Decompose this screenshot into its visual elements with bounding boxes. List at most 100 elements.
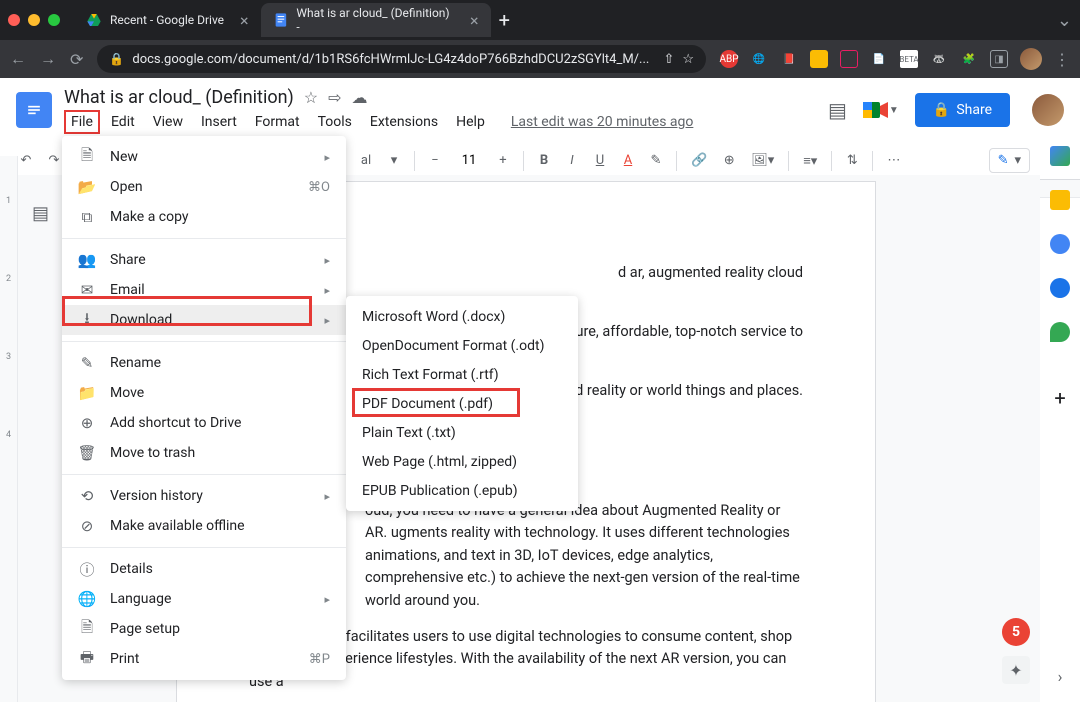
- menu-item-rename[interactable]: ✎Rename: [62, 348, 346, 378]
- new-tab-button[interactable]: +: [499, 8, 510, 32]
- window-close-dot[interactable]: [8, 14, 20, 26]
- menu-item-open[interactable]: 📂Open⌘O: [62, 172, 346, 202]
- back-icon[interactable]: ←: [10, 49, 26, 69]
- menu-item-version[interactable]: ⟲Version history▸: [62, 481, 346, 511]
- highlight-icon[interactable]: ✎: [644, 149, 668, 172]
- page-icon: 🗎: [78, 617, 96, 642]
- ext-icon[interactable]: 📄: [870, 50, 888, 68]
- tasks-icon[interactable]: [1050, 234, 1070, 254]
- submenu-item-html[interactable]: Web Page (.html, zipped): [346, 447, 578, 476]
- decrease-font-icon[interactable]: −: [423, 149, 447, 172]
- menu-item-copy[interactable]: ⧉Make a copy: [62, 202, 346, 232]
- menu-view[interactable]: View: [146, 110, 190, 134]
- move-icon[interactable]: ⇨: [328, 88, 341, 107]
- menu-tools[interactable]: Tools: [311, 110, 359, 134]
- underline-icon[interactable]: U: [588, 149, 612, 172]
- menu-item-pagesetup[interactable]: 🗎Page setup: [62, 614, 346, 644]
- doc-title[interactable]: What is ar cloud_ (Definition): [64, 87, 294, 108]
- extensions-icon[interactable]: 🧩: [960, 50, 978, 68]
- beta-badge[interactable]: BETA: [900, 50, 918, 68]
- mode-selector[interactable]: ✎ ▾: [989, 148, 1030, 173]
- ext-icon[interactable]: 🦝: [930, 50, 948, 68]
- star-icon[interactable]: ☆: [682, 52, 694, 67]
- more-icon[interactable]: ⋯: [881, 149, 906, 172]
- outline-icon[interactable]: ▤: [32, 203, 49, 224]
- user-avatar[interactable]: [1032, 94, 1064, 126]
- lock-icon: 🔒: [933, 102, 950, 118]
- reload-icon[interactable]: ⟳: [70, 50, 83, 69]
- increase-font-icon[interactable]: +: [491, 149, 515, 172]
- browser-tab-drive[interactable]: Recent - Google Drive ×: [74, 3, 261, 37]
- submenu-item-txt[interactable]: Plain Text (.txt): [346, 418, 578, 447]
- menu-item-download[interactable]: ⭳Download▸: [62, 305, 346, 335]
- submenu-item-epub[interactable]: EPUB Publication (.epub): [346, 476, 578, 505]
- menu-item-share[interactable]: 👥Share▸: [62, 245, 346, 275]
- collapse-panel-icon[interactable]: ›: [1058, 667, 1063, 686]
- menu-item-shortcut[interactable]: ⊕Add shortcut to Drive: [62, 408, 346, 438]
- menu-item-email[interactable]: ✉Email▸: [62, 275, 346, 305]
- menu-item-language[interactable]: 🌐Language▸: [62, 584, 346, 614]
- menu-file[interactable]: File: [64, 110, 100, 134]
- last-edit-link[interactable]: Last edit was 20 minutes ago: [504, 110, 701, 134]
- close-icon[interactable]: ×: [470, 11, 479, 30]
- globe-icon[interactable]: 🌐: [750, 50, 768, 68]
- forward-icon[interactable]: →: [40, 49, 56, 69]
- menu-item-new[interactable]: 🗎New▸: [62, 142, 346, 172]
- window-min-dot[interactable]: [28, 14, 40, 26]
- submenu-item-docx[interactable]: Microsoft Word (.docx): [346, 302, 578, 331]
- keep-icon[interactable]: [1050, 190, 1070, 210]
- chevron-down-icon[interactable]: ⌄: [1057, 10, 1072, 31]
- kebab-icon[interactable]: ⋮: [1054, 50, 1070, 69]
- profile-avatar[interactable]: [1020, 48, 1042, 70]
- submenu-item-odt[interactable]: OpenDocument Format (.odt): [346, 331, 578, 360]
- chevron-down-icon[interactable]: ▾: [382, 149, 406, 172]
- ext-icon[interactable]: [840, 50, 858, 68]
- italic-icon[interactable]: I: [560, 149, 584, 172]
- notification-badge[interactable]: 5: [1002, 618, 1030, 646]
- docs-logo[interactable]: [16, 92, 52, 128]
- explore-icon[interactable]: ✦: [1002, 656, 1030, 684]
- maps-icon[interactable]: [1050, 322, 1070, 342]
- menu-item-trash[interactable]: 🗑Move to trash: [62, 438, 346, 468]
- submenu-item-rtf[interactable]: Rich Text Format (.rtf): [346, 360, 578, 389]
- menu-edit[interactable]: Edit: [104, 110, 142, 134]
- line-spacing-icon[interactable]: ⇅: [840, 149, 864, 172]
- menu-format[interactable]: Format: [248, 110, 307, 134]
- menu-insert[interactable]: Insert: [194, 110, 244, 134]
- image-icon[interactable]: 🖼▾: [745, 149, 780, 172]
- text-color-icon[interactable]: A: [616, 149, 640, 172]
- ext-icon[interactable]: [810, 50, 828, 68]
- meet-button[interactable]: ▼: [861, 92, 901, 128]
- submenu-arrow-icon: ▸: [324, 490, 330, 503]
- calendar-icon[interactable]: [1050, 146, 1070, 166]
- vertical-ruler[interactable]: 1 2 3 4: [0, 156, 18, 702]
- star-icon[interactable]: ☆: [304, 88, 318, 107]
- font-size-input[interactable]: [451, 153, 487, 168]
- add-icon[interactable]: +: [1054, 386, 1065, 410]
- comment-icon[interactable]: ⊕: [717, 149, 741, 172]
- share-button[interactable]: 🔒 Share: [915, 93, 1010, 127]
- comments-icon[interactable]: ▤: [828, 98, 847, 122]
- rename-icon: ✎: [78, 354, 96, 372]
- menu-item-move[interactable]: 📁Move: [62, 378, 346, 408]
- abp-icon[interactable]: ABP: [720, 50, 738, 68]
- window-max-dot[interactable]: [48, 14, 60, 26]
- tab-title: Recent - Google Drive: [110, 13, 224, 27]
- browser-tab-docs[interactable]: What is ar cloud_ (Definition) - ×: [261, 3, 491, 37]
- share-url-icon[interactable]: ⇧: [663, 52, 674, 67]
- contacts-icon[interactable]: [1050, 278, 1070, 298]
- menu-help[interactable]: Help: [449, 110, 492, 134]
- bold-icon[interactable]: B: [532, 149, 556, 172]
- address-bar[interactable]: 🔒 docs.google.com/document/d/1b1RS6fcHWr…: [97, 45, 706, 73]
- font-family-select[interactable]: al: [354, 149, 378, 172]
- align-icon[interactable]: ≡▾: [797, 149, 823, 173]
- ext-icon[interactable]: 📕: [780, 50, 798, 68]
- menu-item-offline[interactable]: ⊘Make available offline: [62, 511, 346, 541]
- menu-item-details[interactable]: ⓘDetails: [62, 554, 346, 584]
- submenu-item-pdf[interactable]: PDF Document (.pdf): [346, 389, 578, 418]
- panel-icon[interactable]: ◨: [990, 50, 1008, 68]
- close-icon[interactable]: ×: [240, 11, 249, 30]
- link-icon[interactable]: 🔗: [685, 149, 713, 172]
- menu-extensions[interactable]: Extensions: [363, 110, 445, 134]
- menu-item-print[interactable]: 🖶Print⌘P: [62, 644, 346, 674]
